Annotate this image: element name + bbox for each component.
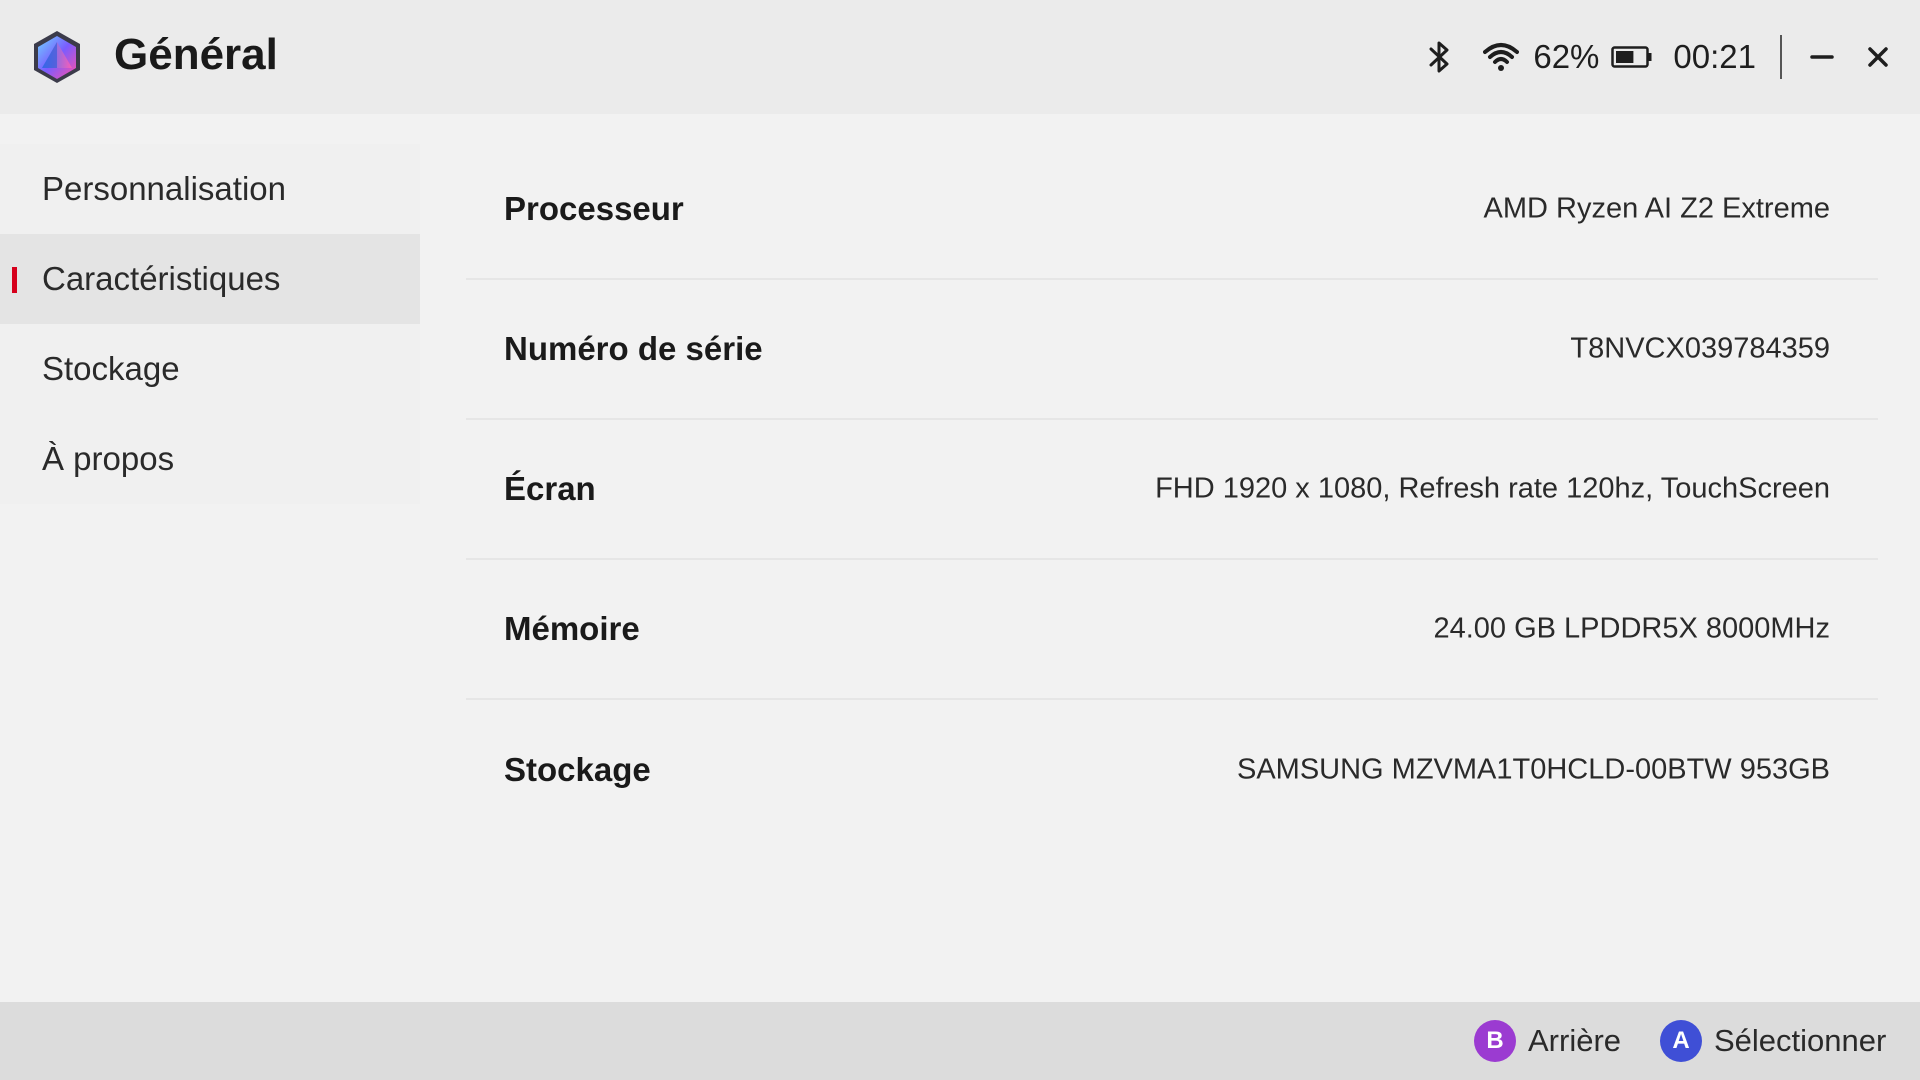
spec-value: FHD 1920 x 1080, Refresh rate 120hz, Tou… bbox=[1155, 472, 1830, 505]
select-button[interactable]: A Sélectionner bbox=[1660, 1018, 1886, 1064]
sidebar: Personnalisation Caractéristiques Stocka… bbox=[0, 144, 420, 504]
sidebar-item-label: Stockage bbox=[42, 350, 180, 387]
battery-percent: 62% bbox=[1533, 38, 1600, 75]
spec-value: SAMSUNG MZVMA1T0HCLD-00BTW 953GB bbox=[1236, 753, 1830, 786]
spec-label: Stockage bbox=[504, 751, 651, 788]
spec-label: Processeur bbox=[504, 190, 684, 227]
spec-row-processeur[interactable]: Processeur AMD Ryzen AI Z2 Extreme bbox=[466, 140, 1878, 280]
spec-label: Mémoire bbox=[504, 610, 640, 647]
spec-row-memoire[interactable]: Mémoire 24.00 GB LPDDR5X 8000MHz bbox=[466, 560, 1878, 700]
spec-value: 24.00 GB LPDDR5X 8000MHz bbox=[1433, 612, 1830, 645]
sidebar-item-label: À propos bbox=[42, 440, 175, 477]
title-bar: Général 62% 00:21 bbox=[0, 0, 1920, 114]
minimize-button[interactable] bbox=[1804, 39, 1840, 75]
gamepad-a-icon: A bbox=[1660, 1020, 1702, 1062]
specs-list: Processeur AMD Ryzen AI Z2 Extreme Numér… bbox=[466, 140, 1878, 840]
back-button[interactable]: B Arrière bbox=[1474, 1018, 1621, 1064]
sidebar-item-a-propos[interactable]: À propos bbox=[0, 414, 420, 504]
page-title: Général bbox=[114, 30, 278, 79]
close-button[interactable] bbox=[1860, 39, 1896, 75]
wifi-icon[interactable] bbox=[1483, 41, 1520, 73]
spec-value: AMD Ryzen AI Z2 Extreme bbox=[1483, 192, 1831, 225]
divider bbox=[1780, 35, 1782, 79]
spec-value: T8NVCX039784359 bbox=[1570, 332, 1830, 365]
spec-label: Numéro de série bbox=[504, 330, 763, 367]
spec-row-stockage[interactable]: Stockage SAMSUNG MZVMA1T0HCLD-00BTW 953G… bbox=[466, 700, 1878, 840]
back-label: Arrière bbox=[1528, 1023, 1622, 1058]
settings-window: Général 62% 00:21 Personnalisation Carac… bbox=[0, 0, 1920, 1080]
status-area: 62% 00:21 bbox=[1425, 0, 1920, 114]
battery-icon[interactable] bbox=[1611, 45, 1653, 69]
bluetooth-icon[interactable] bbox=[1425, 37, 1455, 77]
minimize-icon bbox=[1810, 55, 1834, 59]
close-icon bbox=[1868, 47, 1888, 67]
spec-row-ecran[interactable]: Écran FHD 1920 x 1080, Refresh rate 120h… bbox=[466, 420, 1878, 560]
sidebar-item-caracteristiques[interactable]: Caractéristiques bbox=[0, 234, 420, 324]
spec-row-numero-de-serie[interactable]: Numéro de série T8NVCX039784359 bbox=[466, 280, 1878, 420]
footer-bar: B Arrière A Sélectionner bbox=[0, 1002, 1920, 1080]
sidebar-item-personnalisation[interactable]: Personnalisation bbox=[0, 144, 420, 234]
sidebar-item-label: Personnalisation bbox=[42, 170, 286, 207]
hexagon-logo-icon bbox=[28, 28, 86, 86]
spec-label: Écran bbox=[504, 470, 596, 507]
select-label: Sélectionner bbox=[1714, 1023, 1887, 1058]
sidebar-item-stockage[interactable]: Stockage bbox=[0, 324, 420, 414]
gamepad-b-icon: B bbox=[1474, 1020, 1516, 1062]
clock: 00:21 bbox=[1673, 38, 1756, 75]
active-indicator bbox=[12, 267, 17, 293]
sidebar-item-label: Caractéristiques bbox=[42, 260, 281, 297]
